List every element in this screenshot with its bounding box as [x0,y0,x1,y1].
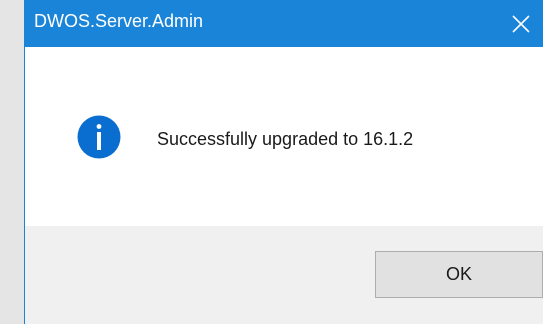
close-icon [511,14,530,33]
message-text: Successfully upgraded to 16.1.2 [157,129,414,149]
info-icon [77,115,121,159]
title-bar[interactable]: DWOS.Server.Admin [25,0,543,47]
dialog-footer: OK [25,226,543,324]
dialog-content: Successfully upgraded to 16.1.2 [25,47,543,226]
close-button[interactable] [498,0,543,47]
window-title: DWOS.Server.Admin [34,11,204,31]
ok-button[interactable]: OK [375,251,543,298]
message-dialog: DWOS.Server.Admin Successfully upgraded … [24,0,543,324]
